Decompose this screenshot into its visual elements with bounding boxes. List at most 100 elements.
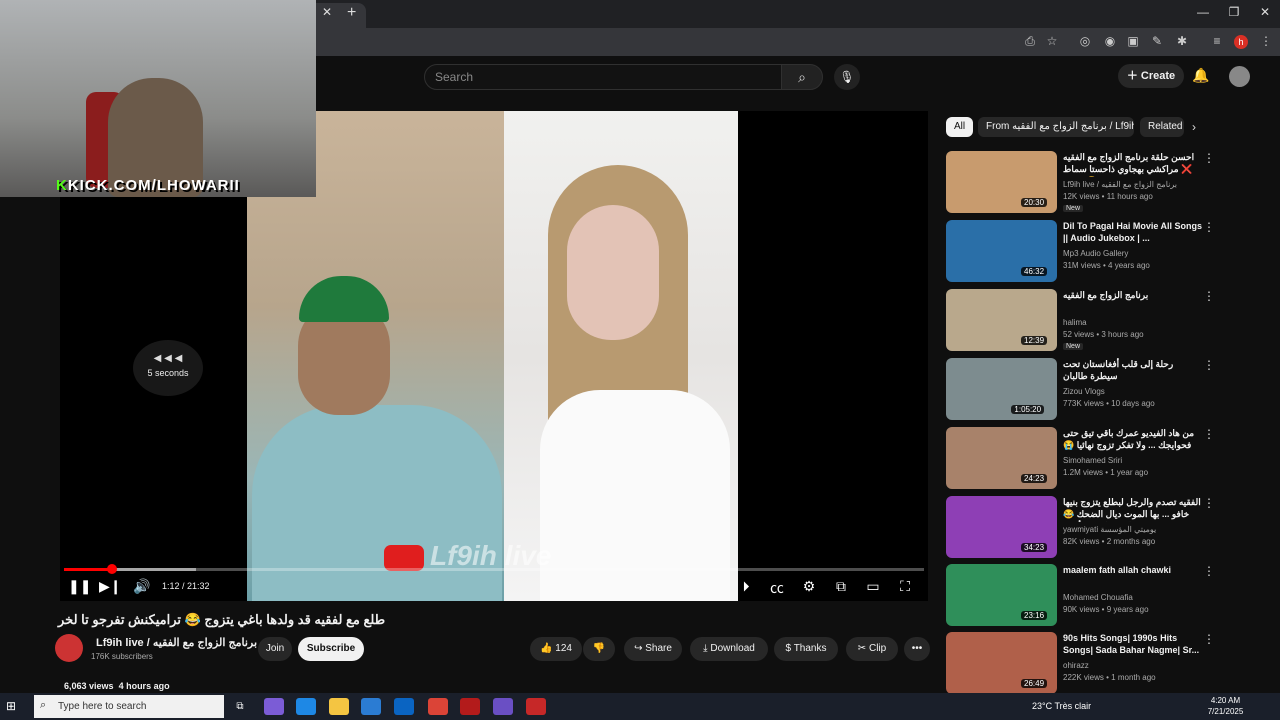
chip-related[interactable]: Related [1140, 117, 1184, 137]
extension-icon[interactable]: ▣ [1125, 34, 1141, 48]
recommended-title[interactable]: 90s Hits Songs| 1990s Hits Songs| Sada B… [1063, 632, 1203, 656]
create-button[interactable]: ＋ Create [1118, 64, 1184, 88]
new-tab-icon[interactable]: + [347, 4, 356, 22]
clock-date[interactable]: 7/21/2025 [1203, 707, 1248, 716]
recommended-video[interactable]: 1:05:20 رحلة إلى قلب أفغانستان تحت سيطرة … [946, 358, 1266, 422]
recommended-title[interactable]: Dil To Pagal Hai Movie All Songs || Audi… [1063, 220, 1203, 244]
more-options-icon[interactable]: ⋮ [1203, 632, 1215, 646]
recommended-channel[interactable]: Zizou Vlogs [1063, 387, 1105, 396]
recommended-video[interactable]: 23:16 maalem fath allah chawki Mohamed Cho… [946, 564, 1266, 628]
restore-window-button[interactable]: ❐ [1219, 5, 1249, 19]
search-input[interactable]: Search [424, 64, 782, 90]
recommended-channel[interactable]: ohirazz [1063, 661, 1089, 670]
channel-name[interactable]: Lf9ih live / برنامج الزواج مع الفقيه [96, 636, 257, 649]
recommended-channel[interactable]: Mp3 Audio Gallery [1063, 249, 1128, 258]
file-explorer-icon[interactable] [329, 698, 349, 715]
recommended-video[interactable]: 12:39 برنامج الزواج مع الفقيه halima 52 vie… [946, 289, 1266, 353]
subscribe-button[interactable]: Subscribe [298, 637, 364, 661]
rewind-icon: ◀ ◀ ◀ [153, 353, 183, 364]
recommended-channel[interactable]: halima [1063, 318, 1087, 327]
browser-menu-icon[interactable]: ⋮ [1258, 34, 1274, 48]
taskbar-search-input[interactable]: Type here to search [34, 695, 224, 718]
close-window-button[interactable]: ✕ [1250, 5, 1280, 19]
app-icon[interactable] [526, 698, 546, 715]
join-button[interactable]: Join [258, 637, 292, 661]
chevron-right-icon[interactable]: › [1192, 120, 1196, 134]
clock-time[interactable]: 4:20 AM [1203, 696, 1248, 705]
pause-button[interactable]: ❚❚ [68, 578, 91, 595]
recommended-title[interactable]: الفقيه تصدم والرجل لبطلع يتزوج بنيها خاف… [1063, 496, 1203, 522]
dislike-button[interactable]: 👎 [583, 637, 615, 661]
settings-gear-icon[interactable]: ⚙ [798, 578, 820, 595]
recommended-title[interactable]: maalem fath allah chawki [1063, 564, 1203, 576]
thumbs-up-icon: 👍 [540, 643, 556, 654]
account-avatar[interactable] [1229, 66, 1250, 87]
more-options-icon[interactable]: ⋮ [1203, 289, 1215, 303]
recommended-title[interactable]: من هاد الفيديو عمرك باقي تيق حتى فحوايجك… [1063, 427, 1203, 453]
task-view-icon[interactable]: ⧉ [230, 698, 250, 715]
extension-icon[interactable]: ✎ [1149, 34, 1165, 48]
recommended-video[interactable]: 24:23 من هاد الفيديو عمرك باقي تيق حتى فح… [946, 427, 1266, 491]
more-options-icon[interactable]: ⋮ [1203, 427, 1215, 441]
fullscreen-button[interactable]: ⛶ [894, 578, 916, 595]
store-icon[interactable] [361, 698, 381, 715]
recommended-video[interactable]: 20:30 احسن حلقة برنامج الزواج مع الفقيه ❌… [946, 151, 1266, 215]
clip-button[interactable]: ✂ Clip [846, 637, 898, 661]
miniplayer-button[interactable]: ⧉ [830, 578, 852, 595]
channel-avatar[interactable] [55, 634, 83, 662]
chrome-icon[interactable] [428, 698, 448, 715]
more-options-icon[interactable]: ⋮ [1203, 220, 1215, 234]
view-stats: 6,063 views 4 hours ago [64, 681, 170, 691]
thanks-button[interactable]: $ Thanks [774, 637, 838, 661]
outlook-icon[interactable] [394, 698, 414, 715]
recommended-video[interactable]: 34:23 الفقيه تصدم والرجل لبطلع يتزوج بنيه… [946, 496, 1266, 560]
install-icon[interactable]: ⎙ [1022, 34, 1038, 49]
extension-icon[interactable]: ◉ [1102, 34, 1118, 48]
reading-list-icon[interactable]: ≡ [1209, 34, 1225, 48]
recommended-title[interactable]: برنامج الزواج مع الفقيه [1063, 289, 1203, 301]
voice-search-button[interactable]: 🎙 [834, 64, 860, 90]
recommended-title[interactable]: احسن حلقة برنامج الزواج مع الفقيه ❌ مراك… [1063, 151, 1203, 177]
recommended-title[interactable]: رحلة إلى قلب أفغانستان تحت سيطرة طالبان [1063, 358, 1203, 382]
download-button[interactable]: ⤓ Download [690, 637, 768, 661]
chip-from-channel[interactable]: From برنامج الزواج مع الفقيه / Lf9ih liv… [978, 117, 1134, 137]
minimize-window-button[interactable]: — [1188, 5, 1218, 19]
extension-icon[interactable]: ◎ [1077, 34, 1093, 48]
recommended-channel[interactable]: Lf9ih live / برنامج الزواج مع الفقيه [1063, 180, 1177, 189]
extensions-puzzle-icon[interactable]: ✱ [1174, 34, 1190, 48]
edge-browser-icon[interactable] [296, 698, 316, 715]
recommended-video[interactable]: 46:32 Dil To Pagal Hai Movie All Songs ||… [946, 220, 1266, 284]
weather-widget[interactable]: 23°C Très clair [1032, 701, 1091, 711]
autoplay-toggle[interactable]: ⏵ [735, 578, 757, 595]
more-options-icon[interactable]: ⋮ [1203, 496, 1215, 510]
theater-mode-button[interactable]: ▭ [862, 578, 884, 595]
video-duration: 23:16 [1021, 611, 1048, 620]
recommended-video[interactable]: 26:49 90s Hits Songs| 1990s Hits Songs| S… [946, 632, 1266, 696]
like-button[interactable]: 👍 124 [530, 637, 582, 661]
create-label: Create [1140, 70, 1176, 82]
app-icon[interactable] [460, 698, 480, 715]
next-video-button[interactable]: ▶❙ [99, 578, 122, 595]
copilot-icon[interactable] [264, 698, 284, 715]
volume-icon[interactable]: 🔊 [131, 578, 153, 595]
recommended-meta: 12K views • 11 hours ago [1063, 192, 1153, 201]
recommended-channel[interactable]: yawmiyati يوميتي المؤسسة [1063, 525, 1156, 534]
recommended-channel[interactable]: Mohamed Chouafia [1063, 593, 1133, 602]
bookmark-star-icon[interactable]: ☆ [1044, 34, 1060, 48]
search-button[interactable]: ⌕ [781, 64, 823, 90]
more-options-icon[interactable]: ⋮ [1203, 564, 1215, 578]
profile-avatar[interactable]: h [1234, 35, 1248, 49]
more-options-icon[interactable]: ⋮ [1203, 151, 1215, 165]
notifications-bell-icon[interactable]: 🔔 [1192, 67, 1209, 84]
windows-start-icon[interactable]: ⊞ [6, 699, 16, 713]
more-actions-button[interactable]: ••• [904, 637, 930, 661]
captions-button[interactable]: ㏄ [766, 578, 788, 598]
app-icon[interactable] [493, 698, 513, 715]
tab-close-icon[interactable]: ✕ [322, 5, 332, 19]
more-options-icon[interactable]: ⋮ [1203, 358, 1215, 372]
video-duration: 24:23 [1021, 474, 1048, 483]
chip-all[interactable]: All [946, 117, 974, 137]
scissors-icon: ✂ [857, 643, 869, 654]
recommended-channel[interactable]: Simohamed Sriri [1063, 456, 1122, 465]
share-button[interactable]: ↪ Share [624, 637, 682, 661]
